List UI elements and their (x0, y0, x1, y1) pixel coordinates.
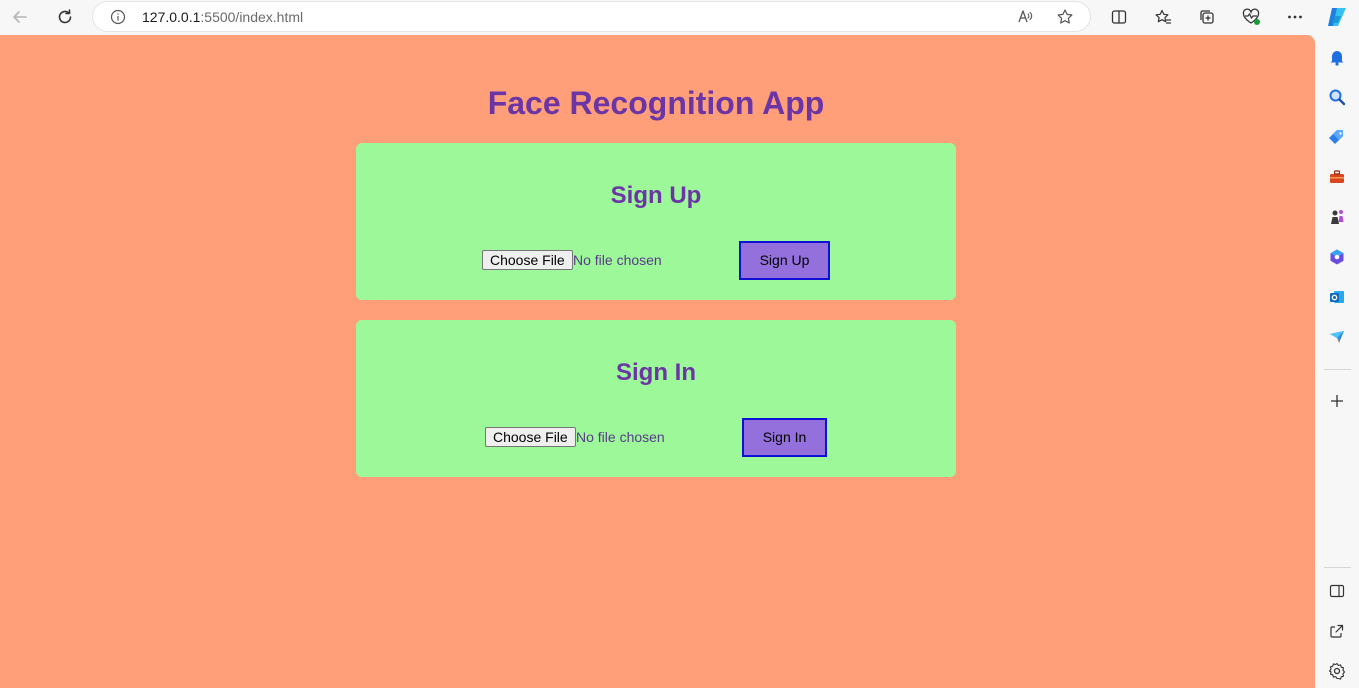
tools-icon[interactable] (1326, 166, 1348, 188)
signin-choose-file-button[interactable]: Choose File (485, 427, 576, 447)
sidebar-divider (1324, 369, 1351, 370)
collections-icon[interactable] (1194, 4, 1220, 30)
signin-card: Sign In Choose File No file chosen Sign … (356, 320, 956, 477)
signup-file-status: No file chosen (573, 252, 662, 268)
notifications-icon[interactable] (1326, 46, 1348, 68)
browser-toolbar: 127.0.0.1:5500/index.html (0, 0, 1359, 34)
favorites-icon[interactable] (1150, 4, 1176, 30)
refresh-icon[interactable] (52, 4, 78, 30)
search-icon[interactable] (1326, 86, 1348, 108)
split-screen-icon[interactable] (1106, 4, 1132, 30)
browser-sidebar (1316, 35, 1359, 688)
url-path: :5500/index.html (200, 9, 304, 25)
outlook-icon[interactable] (1326, 286, 1348, 308)
drop-icon[interactable] (1326, 326, 1348, 348)
signup-button[interactable]: Sign Up (739, 241, 830, 280)
favorite-star-icon[interactable] (1055, 7, 1075, 27)
add-icon[interactable] (1326, 390, 1348, 412)
back-icon[interactable] (7, 4, 33, 30)
page-title: Face Recognition App (487, 85, 825, 121)
open-external-icon[interactable] (1326, 620, 1348, 642)
read-aloud-icon[interactable] (1016, 7, 1036, 27)
signup-choose-file-button[interactable]: Choose File (482, 250, 573, 270)
page-viewport: Face Recognition App Sign Up Choose File… (0, 35, 1315, 688)
url-text: 127.0.0.1:5500/index.html (142, 9, 303, 25)
copilot-icon[interactable] (1324, 4, 1350, 30)
sidebar-divider (1324, 567, 1351, 568)
more-menu-icon[interactable] (1282, 4, 1308, 30)
sidebar-toggle-icon[interactable] (1326, 580, 1348, 602)
signin-heading: Sign In (616, 359, 696, 386)
signin-button[interactable]: Sign In (742, 418, 827, 457)
url-host: 127.0.0.1 (142, 9, 201, 25)
shopping-icon[interactable] (1326, 126, 1348, 148)
signup-card: Sign Up Choose File No file chosen Sign … (356, 143, 956, 300)
site-info-icon[interactable] (109, 8, 127, 26)
signup-heading: Sign Up (610, 182, 702, 209)
settings-icon[interactable] (1326, 660, 1348, 682)
browser-essentials-icon[interactable] (1238, 4, 1264, 30)
microsoft-365-icon[interactable] (1326, 246, 1348, 268)
signin-file-status: No file chosen (576, 429, 665, 445)
address-bar[interactable]: 127.0.0.1:5500/index.html (93, 2, 1090, 31)
games-icon[interactable] (1326, 206, 1348, 228)
